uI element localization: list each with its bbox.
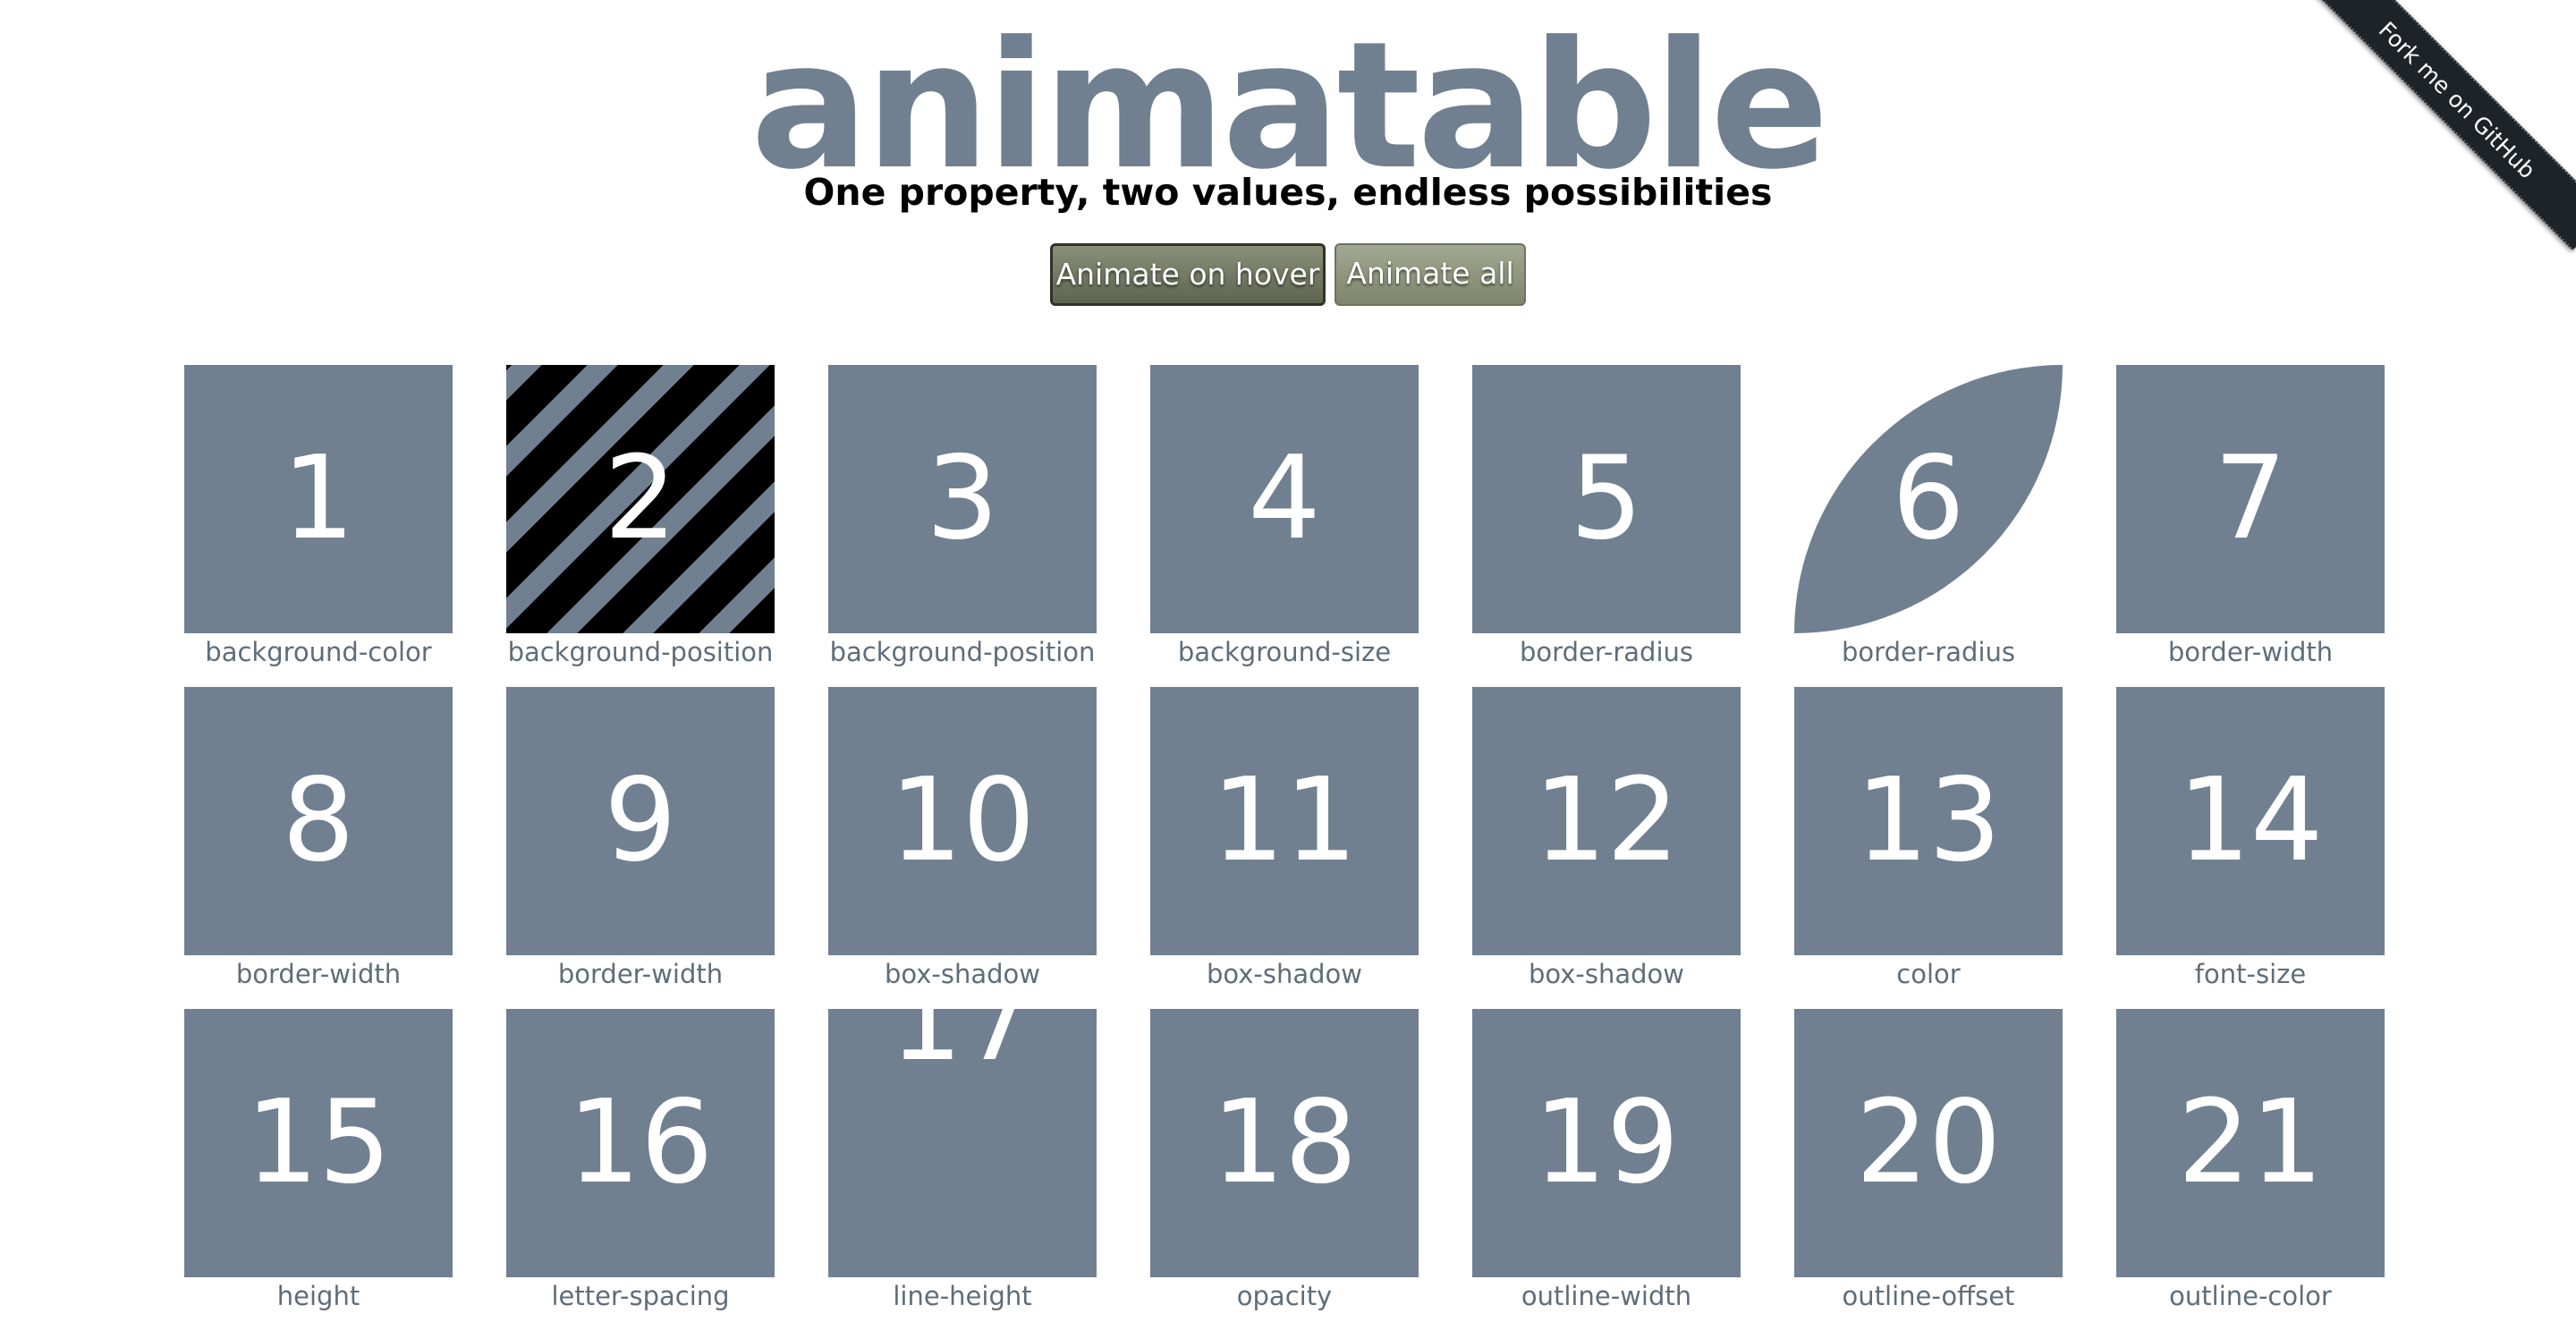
property-label: height	[276, 1281, 360, 1311]
grid-item[interactable]: 17 line-height	[828, 1009, 1097, 1322]
property-label: border-width	[235, 959, 402, 989]
property-label: font-size	[2194, 959, 2307, 989]
property-label: background-color	[205, 637, 432, 667]
property-label: line-height	[893, 1281, 1032, 1311]
property-label: outline-color	[2169, 1281, 2332, 1311]
property-label: opacity	[1236, 1281, 1333, 1311]
animation-box[interactable]: 8	[184, 687, 453, 955]
grid-item[interactable]: 15 height	[184, 1009, 453, 1322]
grid-item[interactable]: 3 background-position	[828, 365, 1097, 678]
animation-box[interactable]: 19	[1472, 1009, 1741, 1277]
animation-box[interactable]: 1	[184, 365, 453, 633]
animation-box[interactable]: 18	[1150, 1009, 1419, 1277]
animation-box[interactable]: 10	[828, 687, 1097, 955]
animation-box[interactable]: 13	[1794, 687, 2063, 955]
grid-item[interactable]: 4 background-size	[1150, 365, 1419, 678]
grid-item[interactable]: 18 opacity	[1150, 1009, 1419, 1322]
grid-item[interactable]: 19 outline-width	[1472, 1009, 1741, 1322]
grid-item[interactable]: 20 outline-offset	[1794, 1009, 2063, 1322]
animation-box[interactable]: 12	[1472, 687, 1741, 955]
grid-item[interactable]: 9 border-width	[506, 687, 775, 1000]
grid-item[interactable]: 7 border-width	[2116, 365, 2385, 678]
animation-box[interactable]: 14	[2116, 687, 2385, 955]
grid-item[interactable]: 8 border-width	[184, 687, 453, 1000]
property-label: border-radius	[1842, 637, 2015, 667]
grid-item[interactable]: 21 outline-color	[2116, 1009, 2385, 1322]
property-label: border-radius	[1520, 637, 1693, 667]
property-label: outline-width	[1521, 1281, 1692, 1311]
animation-box[interactable]: 21	[2116, 1009, 2385, 1277]
property-label: box-shadow	[1528, 959, 1684, 989]
animation-box[interactable]: 2	[506, 365, 775, 633]
grid-item[interactable]: 1 background-color	[184, 365, 453, 678]
grid-item[interactable]: 6 border-radius	[1794, 365, 2063, 678]
animation-box[interactable]: 3	[828, 365, 1097, 633]
property-label: box-shadow	[884, 959, 1040, 989]
property-label: border-width	[557, 959, 724, 989]
animation-grid: 1 background-color 2 background-position…	[0, 0, 2576, 1322]
grid-item[interactable]: 14 font-size	[2116, 687, 2385, 1000]
animation-box[interactable]: 15	[184, 1009, 453, 1277]
grid-item[interactable]: 5 border-radius	[1472, 365, 1741, 678]
animation-box[interactable]: 17	[828, 1009, 1097, 1277]
animation-box[interactable]: 9	[506, 687, 775, 955]
animation-box[interactable]: 7	[2116, 365, 2385, 633]
property-label: outline-offset	[1842, 1281, 2015, 1311]
grid-item[interactable]: 13 color	[1794, 687, 2063, 1000]
property-label: background-position	[829, 637, 1096, 667]
animation-box[interactable]: 20	[1794, 1009, 2063, 1277]
grid-item[interactable]: 11 box-shadow	[1150, 687, 1419, 1000]
grid-item[interactable]: 12 box-shadow	[1472, 687, 1741, 1000]
property-label: letter-spacing	[551, 1281, 730, 1311]
grid-item[interactable]: 16 letter-spacing	[506, 1009, 775, 1322]
property-label: background-size	[1177, 637, 1392, 667]
animation-box[interactable]: 4	[1150, 365, 1419, 633]
animation-box[interactable]: 16	[506, 1009, 775, 1277]
animation-box[interactable]: 5	[1472, 365, 1741, 633]
grid-item[interactable]: 10 box-shadow	[828, 687, 1097, 1000]
property-label: border-width	[2167, 637, 2334, 667]
property-label: color	[1896, 959, 1961, 989]
animation-box[interactable]: 11	[1150, 687, 1419, 955]
animation-box[interactable]: 6	[1794, 365, 2063, 633]
property-label: box-shadow	[1206, 959, 1362, 989]
property-label: background-position	[507, 637, 774, 667]
grid-item[interactable]: 2 background-position	[506, 365, 775, 678]
